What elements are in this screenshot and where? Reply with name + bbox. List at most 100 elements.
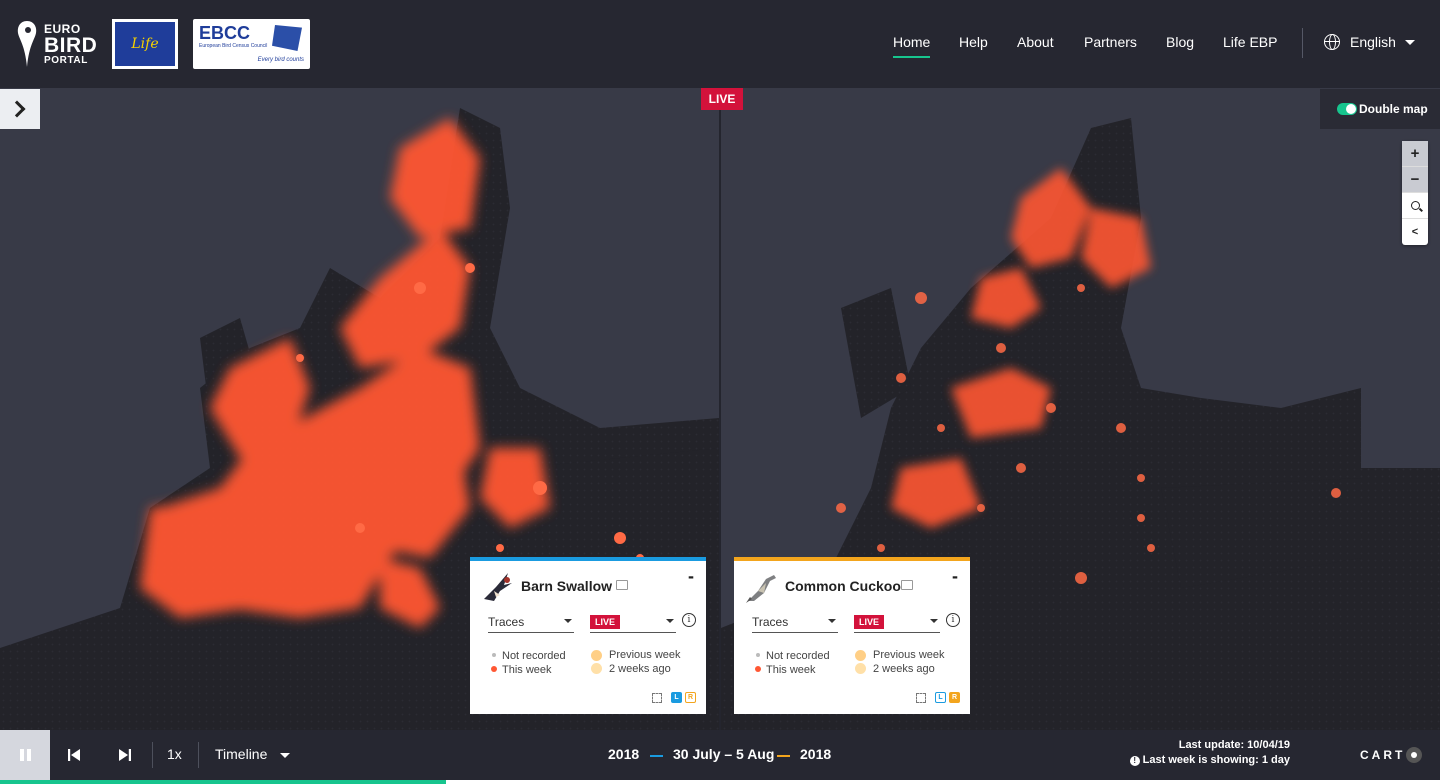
nav-help[interactable]: Help [959,34,988,50]
last-week-showing-text: Last week is showing: 1 day [1142,754,1290,766]
sidebar-toggle-button[interactable] [0,89,40,129]
nav-life-ebp[interactable]: Life EBP [1223,34,1277,50]
life-logo-text: Life [131,36,159,52]
toggle-switch-icon [1337,103,1357,115]
previous-week-dot [855,650,866,661]
right-map-badge[interactable]: R [949,692,960,703]
language-label: English [1350,34,1396,50]
chevron-down-icon [564,619,572,623]
right-map-badge[interactable]: R [685,692,696,703]
legend-two-weeks: 2 weeks ago [609,663,671,675]
species-name: Barn Swallow [521,578,613,594]
bottom-playback-bar: 1x Timeline 2018 30 July – 5 Aug 2018 La… [0,730,1440,784]
not-recorded-dot [756,653,760,657]
timeline-dropdown[interactable]: Timeline [215,746,267,762]
magnifier-icon [1410,201,1420,210]
legend-previous-week: Previous week [609,649,681,661]
this-week-dot [491,666,497,672]
card-accent-bar [470,557,706,561]
globe-icon [1324,34,1340,50]
pause-icon-bar [26,749,31,761]
this-week-dot [755,666,761,672]
pause-button[interactable] [0,730,50,780]
card-accent-bar [734,557,970,561]
chevron-down-icon [1404,39,1415,45]
last-update-text: Last update: 10/04/19 [1178,739,1290,751]
info-icon[interactable]: i [682,613,696,627]
two-weeks-dot [591,663,602,674]
external-link-icon[interactable] [616,580,628,590]
speed-button[interactable]: 1x [167,746,182,762]
zoom-out-button[interactable]: − [1402,167,1428,193]
external-link-icon[interactable] [901,580,913,590]
mode-select[interactable]: LIVE [590,611,676,633]
legend-previous-week: Previous week [873,649,945,661]
carto-logo-icon [1406,747,1423,763]
legend-this-week: This week [502,664,552,676]
chevron-down-icon [930,619,938,623]
view-select[interactable]: Traces [752,611,838,633]
mode-select[interactable]: LIVE [854,611,940,633]
share-button[interactable]: < [1402,219,1428,245]
nav-partners[interactable]: Partners [1084,34,1137,50]
live-badge: LIVE [701,88,743,110]
year-right: 2018 [800,746,832,762]
left-series-line [650,755,663,757]
legend-not-recorded: Not recorded [766,650,830,662]
life-eu-logo[interactable]: Life [112,19,178,69]
view-select-value: Traces [752,614,789,629]
view-select-value: Traces [488,614,525,629]
nav-blog[interactable]: Blog [1166,34,1194,50]
view-select[interactable]: Traces [488,611,574,633]
left-map-badge[interactable]: L [935,692,946,703]
carto-text: CART [1360,748,1406,762]
logo-line-portal: PORTAL [44,54,88,66]
card-corner-controls: L R [916,692,960,703]
timeline-progress-fill [0,780,447,784]
eu-flag-icon: Life [115,22,175,66]
ebcc-logo[interactable]: EBCC European Bird Census Council Every … [193,19,310,69]
collapse-card-button[interactable]: - [688,566,694,587]
expand-icon[interactable] [916,692,926,703]
not-recorded-dot [492,653,496,657]
zoom-controls: + − < [1402,141,1428,245]
species-name: Common Cuckoo [785,578,901,594]
nav-about[interactable]: About [1017,34,1054,50]
chevron-down-icon [828,619,836,623]
divider [198,742,199,768]
timeline-progress[interactable] [0,780,1440,784]
double-map-toggle[interactable]: Double map [1320,89,1440,129]
skip-forward-icon[interactable] [119,749,131,761]
legend-not-recorded: Not recorded [502,650,566,662]
nav-divider [1302,28,1303,58]
ebcc-logo-tagline: Every bird counts [257,57,304,63]
carto-attribution[interactable]: CART [1360,747,1423,763]
expand-icon[interactable] [652,692,662,703]
right-series-line [777,755,790,757]
info-icon[interactable]: i [946,613,960,627]
double-map-label: Double map [1359,102,1428,116]
previous-week-dot [591,650,602,661]
zoom-search-button[interactable] [1402,193,1428,219]
date-range: 30 July – 5 Aug [673,746,775,762]
divider [152,742,153,768]
bird-pin-icon [17,21,37,67]
card-corner-controls: L R [652,692,696,703]
year-left: 2018 [608,746,640,762]
language-selector[interactable]: English [1324,34,1415,50]
swallow-icon [484,573,512,601]
collapse-card-button[interactable]: - [952,566,958,587]
nav-home[interactable]: Home [893,34,930,50]
logo-line-euro: EURO [44,21,81,36]
two-weeks-dot [855,663,866,674]
nav-active-indicator [893,56,930,58]
legend-two-weeks: 2 weeks ago [873,663,935,675]
warning-icon: ! [1129,756,1140,766]
left-map-badge[interactable]: L [671,692,682,703]
live-tag: LIVE [590,614,621,629]
zoom-in-button[interactable]: + [1402,141,1428,167]
skip-back-icon[interactable] [68,749,80,761]
last-week-showing: ! Last week is showing: 1 day [1129,754,1290,766]
chevron-right-icon [8,100,26,118]
euro-bird-portal-logo[interactable]: EURO BIRD PORTAL [16,18,100,70]
